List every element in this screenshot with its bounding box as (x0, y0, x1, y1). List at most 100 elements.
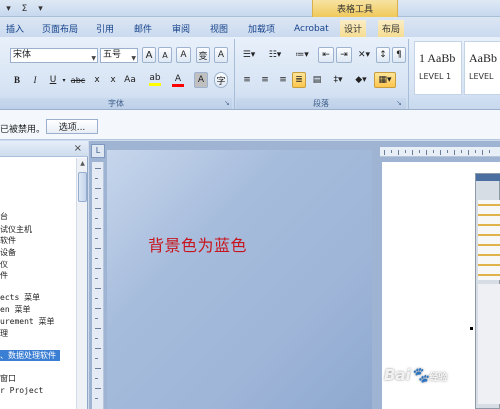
chinese-layout-icon: ✕▾ (357, 50, 371, 60)
ruler-tick (95, 168, 101, 169)
highlighter-icon: ab (149, 74, 161, 86)
font-size-combo[interactable]: 五号 ▼ (100, 48, 138, 63)
ruler-tab-selector-icon[interactable]: L (91, 144, 105, 158)
character-shading-button[interactable]: A (194, 72, 208, 88)
options-button[interactable]: 选项... (46, 119, 98, 134)
encircle-character-button[interactable]: 字 (214, 72, 228, 88)
screenshot-body (478, 284, 500, 404)
group-separator (408, 39, 409, 109)
multilevel-list-button[interactable]: ≔▾ (290, 47, 314, 63)
nav-item[interactable]: 仪 (0, 259, 8, 270)
bold-button[interactable]: B (10, 72, 24, 88)
ruler-tick (454, 150, 455, 155)
ruler-tick (95, 298, 98, 299)
bullets-button[interactable]: ☰▾ (238, 47, 260, 63)
ruler-tick (95, 198, 98, 199)
align-right-button[interactable]: ≡ (276, 72, 290, 88)
italic-button[interactable]: I (28, 72, 42, 88)
justify-button[interactable]: ≣ (292, 72, 306, 88)
ruler-tick (95, 248, 101, 249)
line-spacing-button[interactable]: ‡▾ (328, 72, 348, 88)
nav-item[interactable]: 软件 (0, 235, 16, 246)
style-level-1[interactable]: 1 AaBb LEVEL 1 (414, 41, 462, 95)
dialog-launcher-icon[interactable]: ↘ (224, 99, 232, 107)
ruler-tick (95, 338, 98, 339)
nav-item[interactable]: r Project (0, 385, 43, 396)
font-group-label: 字体 (0, 98, 232, 109)
style-level-2[interactable]: AaBb LEVEL (464, 41, 500, 95)
borders-button[interactable]: ▦▾ (374, 72, 396, 88)
distributed-button[interactable]: ▤ (310, 72, 324, 88)
tab-page-layout[interactable]: 页面布局 (38, 20, 82, 37)
style-sample: 1 AaBb (419, 51, 456, 65)
clear-formatting-button[interactable]: A (176, 47, 191, 63)
nav-item[interactable]: 设备 (0, 247, 16, 258)
tab-mailings[interactable]: 邮件 (130, 20, 156, 37)
change-case-button[interactable]: Aa (122, 72, 138, 88)
ruler-tick (447, 150, 448, 153)
grow-font-button[interactable]: A (142, 47, 156, 63)
highlight-button[interactable]: ab (147, 72, 163, 88)
strikethrough-button[interactable]: abc (70, 72, 86, 88)
watermark-suffix: 经验 (429, 373, 448, 383)
bullets-icon: ☰▾ (242, 50, 256, 60)
chinese-layout-button[interactable]: ✕▾ (354, 47, 374, 63)
dialog-launcher-icon[interactable]: ↘ (396, 99, 404, 107)
nav-item[interactable]: en 菜单 (0, 304, 30, 315)
phonetic-guide-button[interactable]: 变 (196, 47, 210, 63)
ruler-tick (95, 278, 98, 279)
ruler-tick (95, 238, 98, 239)
ribbon-tab-bar: 插入 页面布局 引用 邮件 审阅 视图 加载项 Acrobat 设计 布局 (0, 17, 500, 37)
text-cursor-marker (470, 327, 473, 330)
tab-references[interactable]: 引用 (92, 20, 118, 37)
font-name-combo[interactable]: 宋体 ▼ (10, 48, 98, 63)
scroll-up-icon[interactable]: ▲ (78, 160, 87, 169)
nav-item[interactable]: ects 菜单 (0, 292, 40, 303)
character-border-button[interactable]: A (214, 47, 228, 63)
customize-qat-icon[interactable]: ▾ (34, 2, 47, 15)
shrink-font-button[interactable]: A (158, 47, 172, 63)
tab-add-ins[interactable]: 加载项 (244, 20, 279, 37)
nav-item[interactable]: 理 (0, 328, 8, 339)
chevron-down-icon[interactable]: ▾ (60, 72, 68, 88)
tab-acrobat[interactable]: Acrobat (290, 20, 333, 37)
underline-button[interactable]: U (46, 72, 60, 88)
nav-item[interactable]: 台 (0, 211, 8, 222)
tab-layout[interactable]: 布局 (378, 20, 405, 37)
subscript-button[interactable]: x (90, 72, 104, 88)
show-marks-button[interactable]: ¶ (392, 47, 406, 63)
paw-icon: 🐾 (410, 366, 430, 384)
increase-indent-button[interactable]: ⇥ (336, 47, 352, 63)
superscript-button[interactable]: x (106, 72, 120, 88)
tab-design[interactable]: 设计 (340, 20, 367, 37)
vertical-ruler (92, 162, 104, 409)
sort-button[interactable]: ↕ (376, 47, 390, 63)
align-center-button[interactable]: ≡ (258, 72, 272, 88)
decrease-indent-button[interactable]: ⇤ (318, 47, 334, 63)
nav-scrollbar[interactable]: ▲ (76, 158, 87, 409)
style-sample: AaBb (469, 51, 497, 65)
align-left-button[interactable]: ≡ (240, 72, 254, 88)
nav-item[interactable]: 件 (0, 270, 8, 281)
embedded-screenshot-image[interactable] (475, 173, 500, 409)
chevron-down-icon: ▼ (91, 55, 96, 62)
tab-insert[interactable]: 插入 (2, 20, 28, 37)
document-body-text[interactable]: 背景色为蓝色 (148, 232, 247, 256)
nav-item[interactable]: 窗口 (0, 373, 16, 384)
font-color-button[interactable]: A (170, 72, 186, 88)
tab-view[interactable]: 视图 (206, 20, 232, 37)
nav-item-selected[interactable]: 、数据处理软件 (0, 350, 60, 361)
nav-item[interactable]: urement 菜单 (0, 316, 55, 327)
shading-button[interactable]: ◆▾ (350, 72, 372, 88)
document-page-blue-background[interactable] (107, 150, 372, 409)
tab-review[interactable]: 审阅 (168, 20, 194, 37)
scroll-thumb[interactable] (78, 172, 87, 202)
ruler-tick (95, 208, 101, 209)
close-icon[interactable]: × (74, 143, 82, 154)
numbering-button[interactable]: ☷▾ (264, 47, 286, 63)
style-name: LEVEL (469, 72, 494, 81)
sigma-icon[interactable]: Σ (18, 2, 31, 15)
numbering-icon: ☷▾ (268, 50, 282, 60)
nav-item[interactable]: 试仪主机 (0, 224, 32, 235)
qat-dropdown-icon[interactable]: ▾ (2, 2, 15, 15)
